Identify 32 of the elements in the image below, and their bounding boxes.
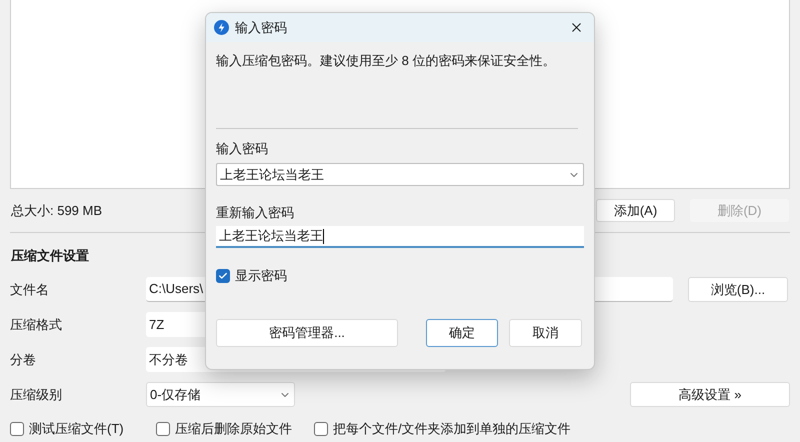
dialog-title: 输入密码 [235,18,288,37]
password-label: 输入密码 [216,140,269,157]
option-label: 把每个文件/文件夹添加到单独的压缩文件 [333,420,571,438]
field-label: 压缩级别 [10,386,63,404]
confirm-field[interactable]: 上老王论坛当老王 [216,226,584,248]
checkbox[interactable] [314,422,328,436]
level-select[interactable]: 0-仅存储 [146,382,295,407]
browse-button[interactable]: 浏览(B)... [688,277,788,302]
checkbox[interactable] [10,422,24,436]
field-value: 7Z [149,316,164,334]
section-heading: 压缩文件设置 [10,247,90,265]
dialog-button[interactable]: 确定 [426,318,498,346]
total-size: 总大小: 599 MB [11,202,102,220]
dialog-button[interactable]: 密码管理器... [216,318,398,346]
dialog-description: 输入压缩包密码。建议使用至少 8 位的密码来保证安全性。 [216,52,556,69]
show-password-label: 显示密码 [235,267,287,285]
check-icon [218,270,228,281]
advanced-button[interactable]: 高级设置 » [630,382,790,407]
dialog-button[interactable]: 取消 [509,318,582,346]
field-label: 分卷 [10,350,37,369]
field-label: 文件名 [10,280,50,299]
option-label: 测试压缩文件(T) [29,420,124,438]
field-value: C:\Users\ [149,280,204,298]
checkbox[interactable] [156,422,170,436]
checkbox[interactable] [216,268,230,283]
field-value: 不分卷 [149,350,188,369]
app-logo-icon [214,20,229,35]
password-combo[interactable]: 上老王论坛当老王 [216,163,584,186]
option-label: 压缩后删除原始文件 [175,420,292,438]
field-label: 压缩格式 [10,316,63,334]
list-button[interactable]: 添加(A) [596,199,675,222]
confirm-label: 重新输入密码 [216,204,295,221]
